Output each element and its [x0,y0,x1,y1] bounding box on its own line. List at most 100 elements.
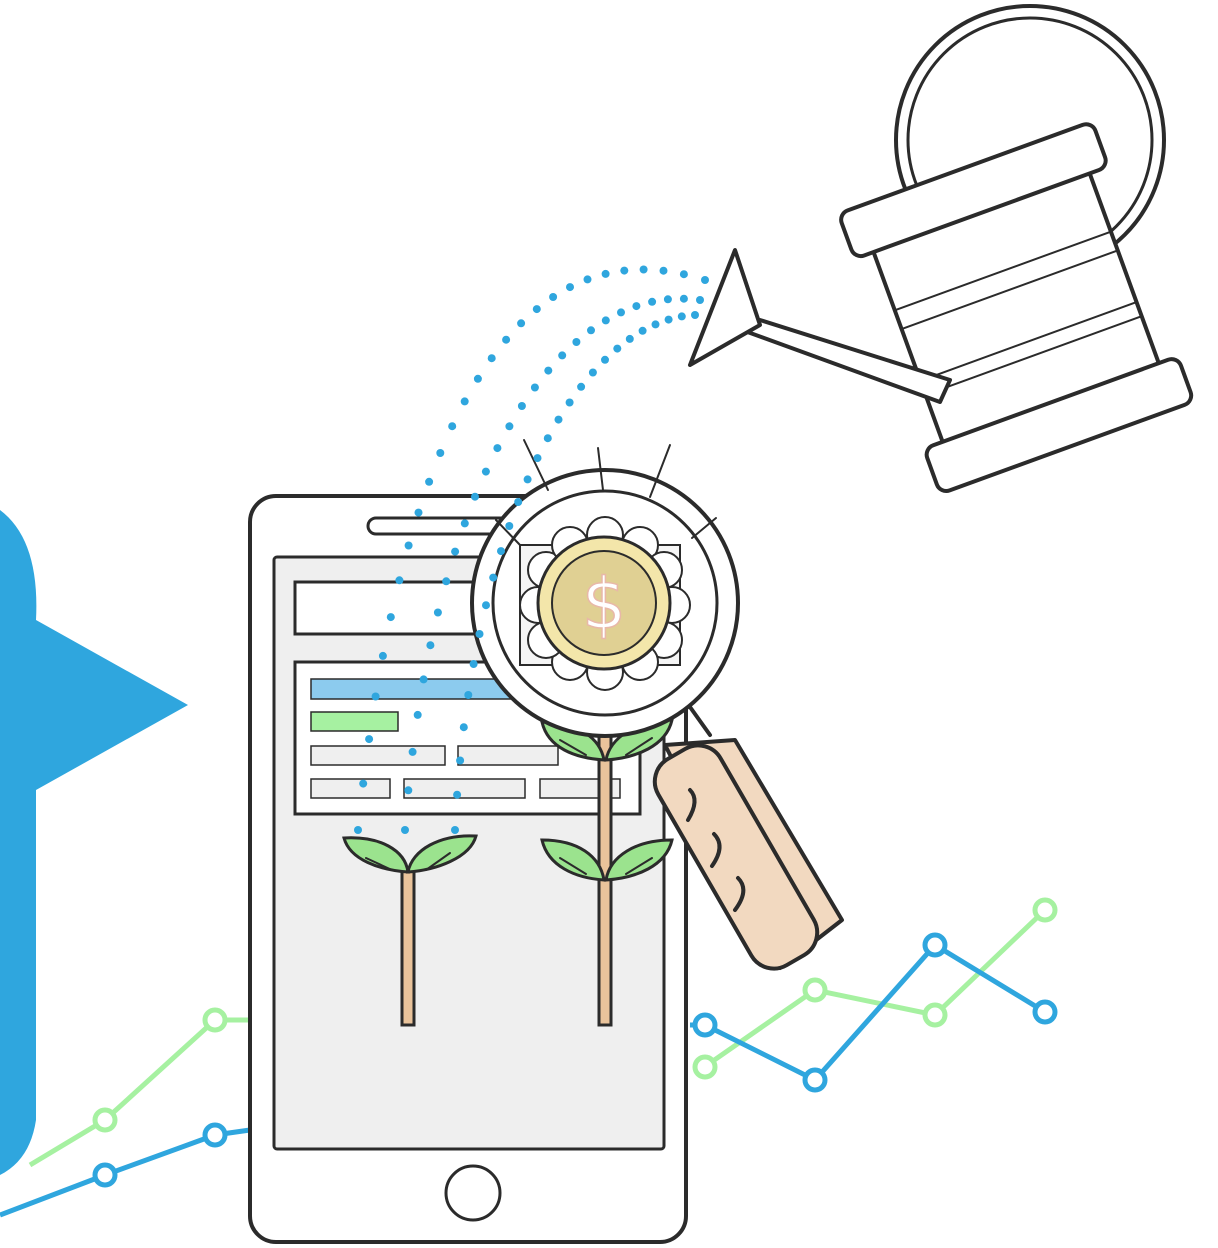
water-drop [502,335,511,344]
phone-speaker [366,516,510,536]
water-drop [460,519,469,528]
water-drop [677,312,686,321]
water-drop [371,692,380,701]
water-drop [530,383,539,392]
chart-point [202,1122,228,1148]
water-drop [426,641,435,650]
water-drop [572,338,581,346]
chart-point [692,1012,718,1038]
water-drop [442,577,451,586]
chart-point [1032,999,1058,1025]
water-drop [601,355,609,364]
blue-arrow-shape [0,510,188,1175]
water-drop [554,415,563,424]
water-drop [354,826,362,834]
water-drop [588,368,597,377]
water-drop [532,305,541,314]
chart-point [1032,897,1058,923]
water-drop [691,311,699,319]
chart-point [922,1002,948,1028]
chart-point [92,1162,118,1188]
water-drop [408,747,417,756]
water-drop [517,319,526,328]
water-drop [505,522,514,530]
water-drop [413,710,422,719]
water-drop [448,422,457,431]
water-drop [523,475,532,484]
chart-point [922,932,948,958]
water-drop [460,397,469,406]
chart-point [802,1067,828,1093]
water-drop [544,366,553,375]
water-drop [378,651,387,660]
water-drop [475,630,484,638]
water-drop [632,302,641,311]
water-drop [639,265,648,274]
water-drop [419,675,428,684]
screen-bar-blue [310,678,527,700]
growth-illustration: $ [0,4,1194,1244]
water-drop [489,573,498,582]
water-drop [663,295,672,304]
water-drop [514,498,523,506]
water-drop [648,297,657,306]
blue-trend-line-right [690,941,1047,1084]
water-drop [679,294,688,303]
water-drop [679,270,688,279]
coin-symbol: $ [582,563,627,645]
water-drop [404,786,413,795]
water-drop [497,547,505,556]
water-drop [451,826,459,834]
water-drop [456,756,465,765]
water-drop [459,723,468,732]
water-drop [701,276,709,284]
phone-home-button [444,1164,502,1222]
water-drop [425,477,434,486]
water-drop [433,608,442,617]
water-drop [549,293,558,301]
water-drop [404,541,413,550]
water-drop [414,508,423,517]
water-drop [473,374,482,383]
chart-point [202,1007,228,1033]
screen-field [310,745,446,766]
water-drop [451,547,460,556]
water-drop [469,660,478,668]
water-drop [533,454,542,463]
water-drop [664,315,673,324]
water-drop [365,735,374,744]
water-drop [638,326,647,335]
water-drop [651,320,660,329]
screen-bar-green [310,711,399,732]
water-drop [481,467,490,476]
water-drop [583,275,592,284]
water-drop [471,492,479,501]
chart-point [92,1107,118,1133]
watering-can-icon [688,4,1194,493]
water-drop [401,826,409,834]
water-drop [696,296,704,304]
water-drop [587,326,595,335]
water-drop [505,422,514,431]
screen-field [310,778,391,799]
water-drop [617,308,625,317]
screen-field [403,778,526,799]
water-drop [395,576,404,585]
water-drop [464,691,473,699]
water-drop [517,402,526,410]
chart-point [802,977,828,1003]
water-drop [453,790,462,799]
water-drop [601,316,610,325]
water-drop [625,334,634,343]
water-drop [613,344,622,353]
water-drop [659,266,668,275]
chart-point [692,1054,718,1080]
water-drop [493,444,502,453]
water-drop [386,613,395,622]
water-drop [601,269,610,278]
water-drop [558,351,567,360]
screen-field [457,745,559,766]
water-drop [482,601,490,610]
water-drop [487,354,496,363]
water-drop [543,434,552,443]
